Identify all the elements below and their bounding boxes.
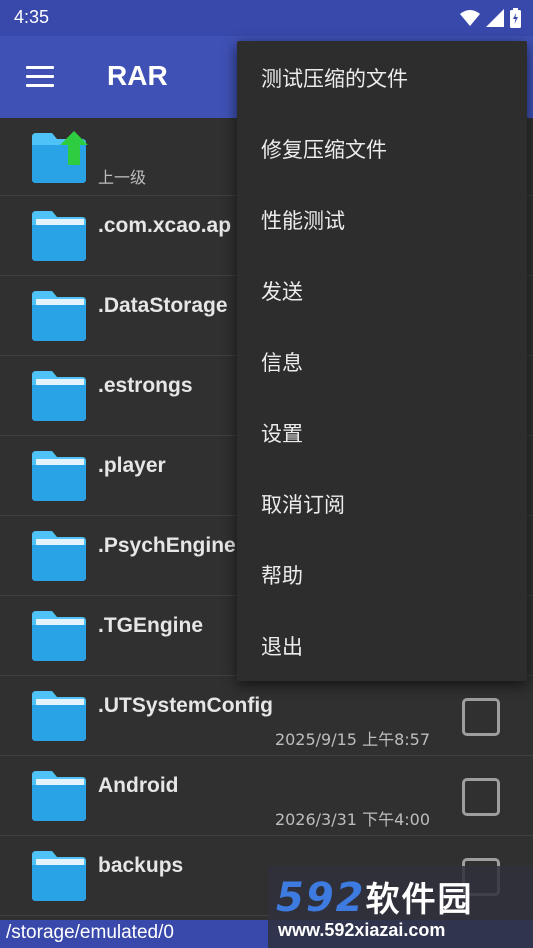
folder-up-icon <box>32 131 88 183</box>
file-name: .PsychEngine <box>98 534 236 557</box>
menu-item[interactable]: 测试压缩的文件 <box>237 42 527 113</box>
file-date: 2025/9/15 上午8:57 <box>274 730 430 749</box>
select-checkbox[interactable] <box>462 698 500 736</box>
battery-icon <box>510 8 521 28</box>
menu-item[interactable]: 信息 <box>237 326 527 397</box>
status-bar: 4:35 <box>0 0 533 36</box>
menu-item[interactable]: 性能测试 <box>237 184 527 255</box>
menu-item[interactable]: 设置 <box>237 397 527 468</box>
file-name: .UTSystemConfig <box>98 694 274 717</box>
status-icons <box>460 8 521 28</box>
folder-icon <box>32 291 86 341</box>
watermark-brand: 592软件园 <box>276 875 474 921</box>
current-path: /storage/emulated/0 <box>6 922 174 943</box>
menu-item[interactable]: 取消订阅 <box>237 468 527 539</box>
folder-icon <box>32 531 86 581</box>
folder-icon <box>32 851 86 901</box>
file-name: .estrongs <box>98 374 193 397</box>
app-title: RAR <box>107 60 168 91</box>
menu-item[interactable]: 发送 <box>237 255 527 326</box>
file-name: Android <box>98 774 179 797</box>
signal-icon <box>486 9 504 27</box>
watermark-url: www.592xiazai.com <box>278 920 446 940</box>
file-row[interactable]: .UTSystemConfig 2025/9/15 上午8:57 <box>0 676 533 756</box>
folder-icon <box>32 691 86 741</box>
menu-item[interactable]: 退出 <box>237 610 527 681</box>
file-name: backups <box>98 854 184 877</box>
parent-directory-label: 上一级 <box>98 168 147 187</box>
folder-icon <box>32 451 86 501</box>
file-row[interactable]: Android 2026/3/31 下午4:00 <box>0 756 533 836</box>
status-time: 4:35 <box>14 7 50 27</box>
folder-icon <box>32 611 86 661</box>
file-name: .DataStorage <box>98 294 228 317</box>
folder-icon <box>32 771 86 821</box>
file-name: .com.xcao.ap <box>98 214 232 237</box>
menu-item[interactable]: 帮助 <box>237 539 527 610</box>
watermark-logo: 592软件园 www.592xiazai.com <box>268 866 533 948</box>
wifi-icon <box>460 10 480 26</box>
file-name: .player <box>98 454 166 477</box>
folder-icon <box>32 211 86 261</box>
select-checkbox[interactable] <box>462 778 500 816</box>
menu-item[interactable]: 修复压缩文件 <box>237 113 527 184</box>
file-name: .TGEngine <box>98 614 203 637</box>
file-date: 2026/3/31 下午4:00 <box>274 810 430 829</box>
folder-icon <box>32 371 86 421</box>
overflow-menu: 测试压缩的文件 修复压缩文件 性能测试 发送 信息 设置 取消订阅 帮助 退出 <box>237 41 527 681</box>
hamburger-menu-icon[interactable] <box>22 64 60 90</box>
